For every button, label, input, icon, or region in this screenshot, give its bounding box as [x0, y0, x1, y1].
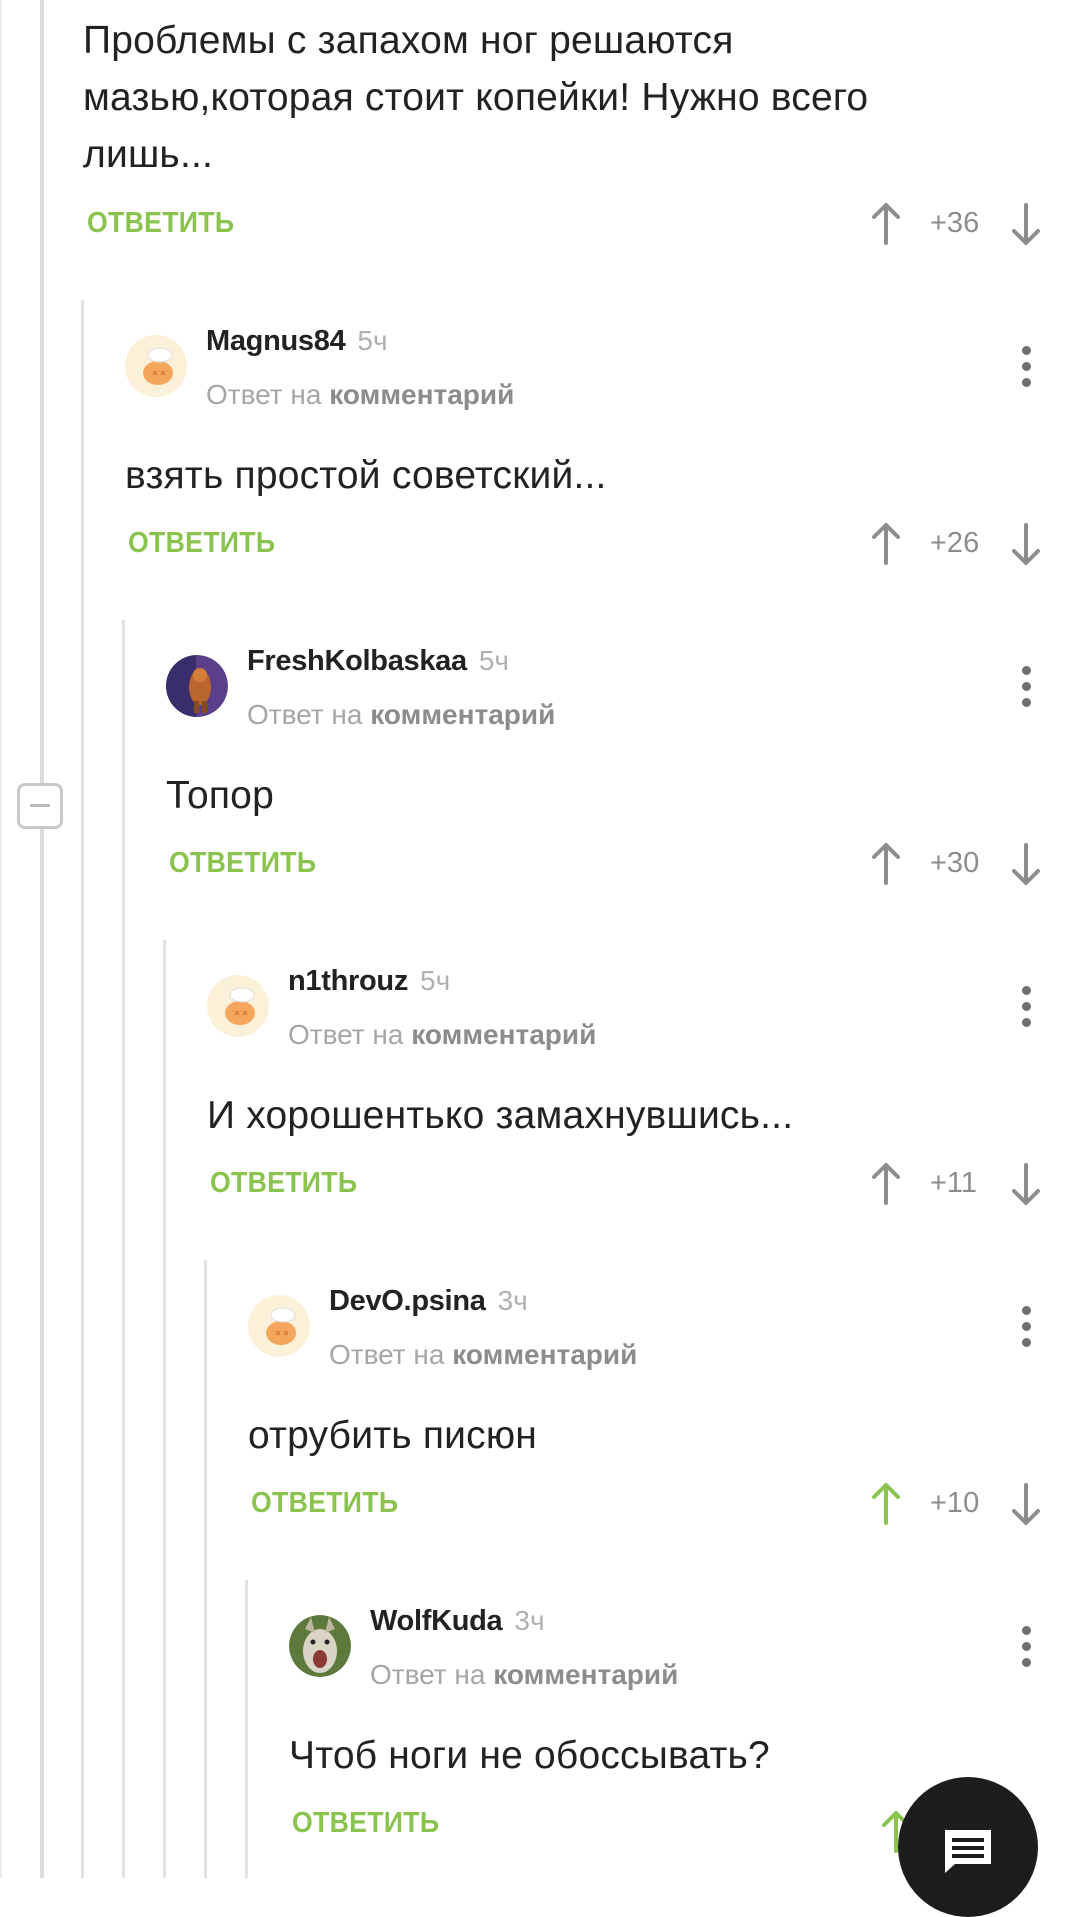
reply-to-link[interactable]: комментарий — [411, 1019, 596, 1050]
downvote-arrow-icon[interactable] — [1010, 1162, 1042, 1206]
username[interactable]: DevO.psina — [329, 1285, 486, 1317]
username[interactable]: FreshKolbaskaa — [247, 645, 467, 677]
avatar[interactable] — [248, 1295, 310, 1357]
reply-to-label: Ответ на — [288, 1019, 404, 1050]
vote-count: +26 — [930, 527, 980, 559]
comment-header: FreshKolbaskaa 5ч — [247, 645, 509, 678]
comment-icon — [941, 1826, 995, 1881]
reply-to-line: Ответ на комментарий — [247, 699, 555, 731]
comment-text: Топор — [166, 774, 274, 817]
downvote-arrow-icon[interactable] — [1010, 202, 1042, 246]
comment-text: И хорошентько замахнувшись... — [207, 1094, 794, 1137]
comment-fab-button[interactable] — [898, 1777, 1038, 1917]
reply-button[interactable]: ОТВЕТИТЬ — [210, 1167, 357, 1200]
upvote-arrow-icon[interactable] — [870, 522, 902, 566]
thread-line-5 — [245, 1580, 248, 1878]
vote-count: +10 — [930, 1487, 980, 1519]
kebab-menu-icon[interactable] — [1020, 986, 1032, 1030]
downvote-arrow-icon[interactable] — [1010, 1482, 1042, 1526]
vote-count: +30 — [930, 847, 980, 879]
username[interactable]: WolfKuda — [370, 1605, 503, 1637]
reply-to-label: Ответ на — [247, 699, 363, 730]
reply-to-link[interactable]: комментарий — [452, 1339, 637, 1370]
reply-to-line: Ответ на комментарий — [329, 1339, 637, 1371]
reply-to-label: Ответ на — [370, 1659, 486, 1690]
avatar[interactable] — [207, 975, 269, 1037]
comment-header: Magnus84 5ч — [206, 325, 388, 358]
reply-button[interactable]: ОТВЕТИТЬ — [251, 1487, 398, 1520]
reply-to-link[interactable]: комментарий — [493, 1659, 678, 1690]
avatar[interactable] — [125, 335, 187, 397]
comment-header: n1throuz 5ч — [288, 965, 450, 998]
username[interactable]: n1throuz — [288, 965, 408, 997]
reply-to-link[interactable]: комментарий — [370, 699, 555, 730]
thread-line-3 — [163, 940, 166, 1878]
comment-text: Проблемы с запахом ног решаются мазью,ко… — [83, 19, 869, 176]
kebab-menu-icon[interactable] — [1020, 1306, 1032, 1350]
kebab-menu-icon[interactable] — [1020, 666, 1032, 710]
kebab-menu-icon[interactable] — [1020, 346, 1032, 390]
upvote-arrow-icon[interactable] — [870, 842, 902, 886]
avatar[interactable] — [166, 655, 228, 717]
thread-line-4 — [204, 1260, 207, 1878]
timestamp: 5ч — [478, 645, 510, 676]
vote-count: +11 — [930, 1167, 978, 1199]
reply-to-label: Ответ на — [329, 1339, 445, 1370]
thread-line-1 — [81, 300, 84, 1878]
reply-to-line: Ответ на комментарий — [206, 379, 514, 411]
upvote-arrow-icon[interactable] — [870, 202, 902, 246]
comment-text: Чтоб ноги не обоссывать? — [289, 1734, 770, 1777]
reply-to-line: Ответ на комментарий — [370, 1659, 678, 1691]
kebab-menu-icon[interactable] — [1020, 1626, 1032, 1670]
reply-to-label: Ответ на — [206, 379, 322, 410]
thread-line-root — [40, 0, 44, 1878]
reply-button[interactable]: ОТВЕТИТЬ — [292, 1807, 439, 1840]
comment-header: WolfKuda 3ч — [370, 1605, 545, 1638]
thread-line-edge — [0, 0, 2, 1878]
timestamp: 5ч — [357, 325, 388, 356]
comment-text: взять простой советский... — [125, 454, 607, 497]
reply-button[interactable]: ОТВЕТИТЬ — [169, 847, 316, 880]
timestamp: 3ч — [514, 1605, 545, 1636]
comment-text: отрубить писюн — [248, 1414, 538, 1457]
thread-line-2 — [122, 620, 125, 1878]
downvote-arrow-icon[interactable] — [1010, 522, 1042, 566]
timestamp: 3ч — [497, 1285, 528, 1316]
reply-to-line: Ответ на комментарий — [288, 1019, 596, 1051]
upvote-arrow-icon[interactable] — [870, 1162, 902, 1206]
reply-button[interactable]: ОТВЕТИТЬ — [128, 527, 275, 560]
vote-count: +36 — [930, 207, 980, 239]
reply-button[interactable]: ОТВЕТИТЬ — [87, 207, 234, 240]
username[interactable]: Magnus84 — [206, 325, 346, 357]
avatar[interactable] — [289, 1615, 351, 1677]
comment-header: DevO.psina 3ч — [329, 1285, 528, 1318]
collapse-icon[interactable] — [17, 783, 63, 829]
upvote-arrow-icon[interactable] — [870, 1482, 902, 1526]
downvote-arrow-icon[interactable] — [1010, 842, 1042, 886]
timestamp: 5ч — [420, 965, 451, 996]
reply-to-link[interactable]: комментарий — [329, 379, 514, 410]
